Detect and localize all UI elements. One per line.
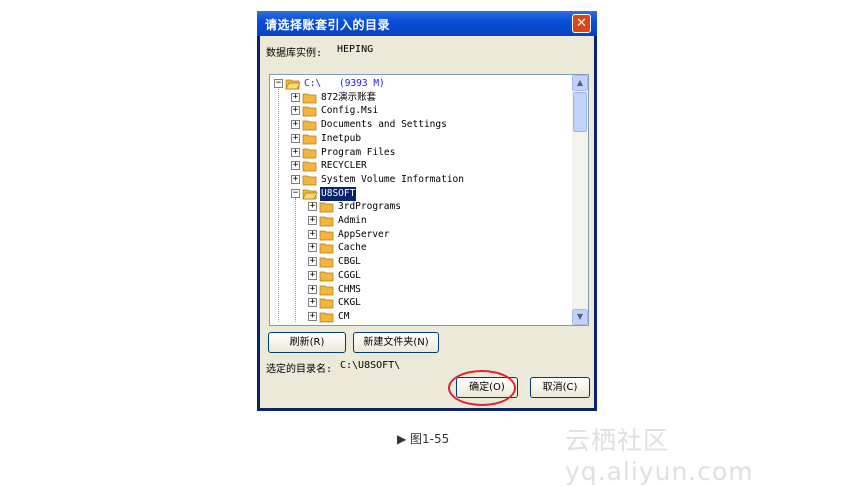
instance-value: HEPING: [337, 44, 374, 55]
tree-item-label: 3rdPrograms: [338, 201, 401, 213]
new-folder-button[interactable]: 新建文件夹(N): [353, 332, 439, 353]
expand-icon[interactable]: +: [291, 120, 300, 130]
tree-item-label: System Volume Information: [321, 173, 464, 185]
tree-item[interactable]: + CKGL: [270, 296, 570, 310]
highlight-ring: [448, 370, 516, 406]
tree-item[interactable]: + Program Files: [270, 146, 570, 160]
folder-icon: [302, 174, 318, 186]
collapse-icon[interactable]: −: [274, 79, 283, 88]
expand-icon[interactable]: +: [308, 257, 317, 267]
folder-icon: [319, 242, 335, 254]
directory-tree[interactable]: − C:\ (9393 M) +872演示账套 + Config.Msi + Document…: [269, 74, 589, 326]
folder-icon: [302, 160, 318, 172]
tree-item-label: Admin: [338, 215, 367, 226]
tree-item[interactable]: + Config.Msi: [270, 104, 570, 118]
expand-icon[interactable]: +: [291, 92, 300, 102]
tree-item[interactable]: +3rdPrograms: [270, 200, 570, 214]
tree-item[interactable]: + Inetpub: [270, 132, 570, 146]
dialog-title: 请选择账套引入的目录: [265, 18, 391, 32]
folder-icon: [302, 92, 318, 104]
tree-item[interactable]: + CHMS: [270, 283, 570, 297]
folder-icon: [285, 78, 301, 90]
expand-icon[interactable]: +: [308, 311, 317, 321]
expand-icon[interactable]: +: [308, 229, 317, 239]
watermark: 云栖社区 yq.aliyun.com: [565, 426, 754, 486]
folder-icon: [302, 133, 318, 145]
expand-icon[interactable]: +: [291, 147, 300, 157]
expand-icon[interactable]: +: [308, 216, 317, 225]
expand-icon[interactable]: +: [308, 298, 317, 308]
folder-icon: [302, 119, 318, 131]
tree-item[interactable]: + CGGL: [270, 269, 570, 283]
folder-icon: [319, 284, 335, 296]
tree-item-label: CM: [338, 310, 350, 322]
tree-item[interactable]: + AppServer: [270, 228, 570, 242]
tree-item[interactable]: + CM: [270, 310, 570, 324]
expand-icon[interactable]: +: [291, 106, 300, 116]
selected-dir-label: 选定的目录名:: [266, 364, 333, 375]
refresh-button[interactable]: 刷新(R): [268, 332, 346, 353]
title-bar[interactable]: 请选择账套引入的目录 ✕: [257, 11, 597, 36]
tree-item-label: CKGL: [338, 297, 361, 309]
tree-item-label: Cache: [338, 242, 367, 254]
folder-icon: [302, 147, 318, 159]
tree-item-label: CBGL: [338, 256, 361, 268]
folder-icon: [319, 311, 335, 323]
folder-icon: [319, 297, 335, 309]
scroll-up-icon[interactable]: ▲: [572, 75, 588, 91]
tree-item-label: CGGL: [338, 269, 361, 281]
tree-item[interactable]: + Admin: [270, 214, 570, 228]
dialog-client: 数据库实例: HEPING − C:\ (9393 M) +872演示账套 + Confi…: [260, 36, 594, 408]
tree-item[interactable]: − U8SOFT: [270, 186, 570, 201]
tree-item[interactable]: + RECYCLER: [270, 159, 570, 173]
tree-item-label: Inetpub: [321, 132, 362, 144]
tree-item[interactable]: + System Volume Information: [270, 173, 570, 187]
folder-icon: [319, 215, 335, 227]
tree-item-label: Program Files: [321, 146, 396, 158]
scroll-down-icon[interactable]: ▼: [572, 309, 588, 325]
expand-icon[interactable]: +: [291, 161, 300, 171]
tree-item[interactable]: + Cache: [270, 241, 570, 255]
tree-item-label: C:\: [304, 78, 322, 89]
tree-item-label: RECYCLER: [321, 160, 367, 172]
expand-icon[interactable]: +: [291, 174, 300, 184]
expand-icon[interactable]: +: [291, 133, 300, 143]
collapse-icon[interactable]: −: [291, 188, 300, 198]
cancel-button[interactable]: 取消(C): [530, 377, 590, 398]
scroll-thumb[interactable]: [573, 92, 587, 132]
selected-dir-value: C:\U8SOFT\: [340, 360, 401, 371]
folder-icon: [302, 188, 318, 200]
tree-item-label: CHMS: [338, 283, 361, 295]
instance-label: 数据库实例:: [266, 48, 323, 59]
figure-caption: ▶ 图1-55: [397, 432, 450, 446]
folder-icon: [302, 105, 318, 117]
tree-scrollbar[interactable]: ▲ ▼: [572, 75, 588, 325]
dialog-window: 请选择账套引入的目录 ✕ 数据库实例: HEPING − C:\ (9393 M) +…: [257, 11, 597, 411]
tree-item-label: AppServer: [338, 228, 390, 240]
tree-item[interactable]: + CBGL: [270, 255, 570, 269]
close-icon[interactable]: ✕: [572, 14, 591, 33]
folder-icon: [319, 229, 335, 241]
tree-item-label: 872演示账套: [321, 91, 377, 103]
expand-icon[interactable]: +: [308, 284, 317, 294]
tree-root[interactable]: − C:\ (9393 M): [270, 77, 570, 91]
folder-icon: [319, 256, 335, 268]
expand-icon[interactable]: +: [308, 243, 317, 253]
tree-item[interactable]: +872演示账套: [270, 91, 570, 105]
tree-item-label: Documents and Settings: [321, 119, 447, 131]
tree-item-label: Config.Msi: [321, 105, 379, 117]
tree-item[interactable]: + Documents and Settings: [270, 118, 570, 132]
expand-icon[interactable]: +: [308, 270, 317, 280]
expand-icon[interactable]: +: [308, 202, 317, 212]
folder-icon: [319, 201, 335, 213]
drive-size: (9393 M): [339, 78, 385, 89]
folder-icon: [319, 270, 335, 282]
tree-item-label: U8SOFT: [320, 186, 357, 201]
